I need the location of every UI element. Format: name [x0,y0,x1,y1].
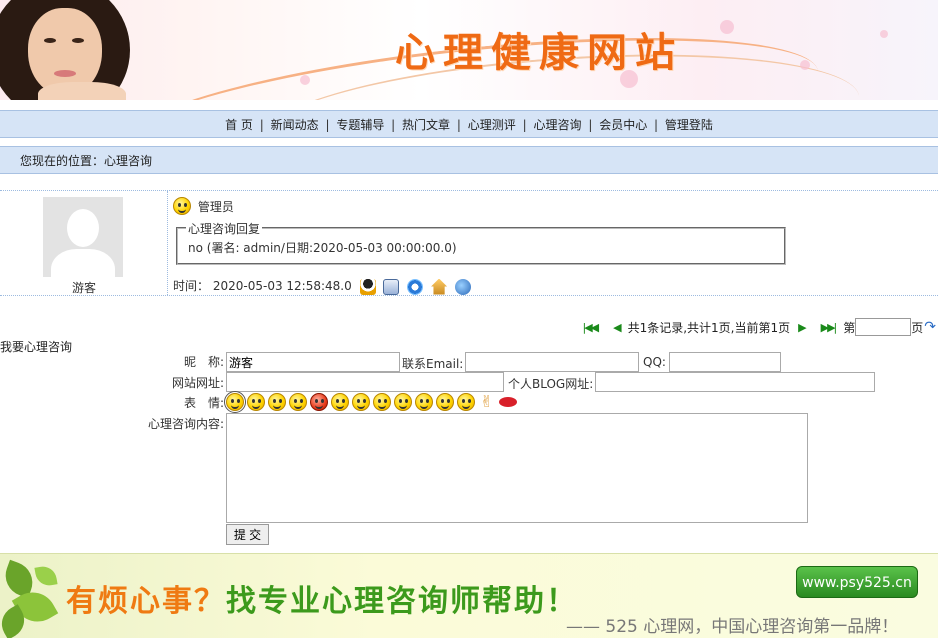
ad-headline-part1: 有烦心事？ [66,584,226,619]
emote-tears-icon[interactable] [436,392,454,411]
nickname-input[interactable] [226,352,400,372]
entry-content-column: 管理员 心理咨询回复 no (署名: admin/日期:2020-05-03 0… [168,191,938,295]
ie-icon[interactable] [407,278,424,295]
pager-summary: 共1条记录,共计1页,当前第1页 [627,320,791,335]
page-suffix: 页 [911,320,924,335]
emote-angry-icon[interactable] [310,392,328,411]
emote-smile-icon[interactable] [224,390,246,413]
network-icon[interactable] [454,278,471,295]
site-title: 心理健康网站 [395,29,683,76]
nickname-label: 昵 称: [183,355,224,369]
footer-ad-banner[interactable]: 有烦心事？找专业心理咨询师帮助！ —— 525 心理网，中国心理咨询第一品牌！ … [0,553,938,638]
nav-item-topics[interactable]: 专题辅导 [336,118,384,132]
nav-item-assessment[interactable]: 心理测评 [468,118,516,132]
qq-input[interactable] [669,352,781,372]
time-label: 时间： [173,279,210,293]
emote-surprised-icon[interactable] [331,392,349,411]
page-number-input[interactable] [855,318,912,336]
ad-headline: 有烦心事？找专业心理咨询师帮助！ [66,576,578,620]
first-page-icon[interactable]: |◀◀ [583,321,600,334]
emote-picker: ✌ [224,390,518,413]
emote-shy-icon[interactable] [394,392,412,411]
form-title: 我要心理咨询 [0,340,73,354]
nav-item-hot-articles[interactable]: 热门文章 [402,118,450,132]
ad-url-badge[interactable]: www.psy525.cn [796,566,918,598]
message-entry: 游客 管理员 心理咨询回复 no (署名: admin/日期:2020-05-0… [0,190,938,296]
email-label: 联系Email: [402,357,464,371]
reply-text: no (署名: admin/日期:2020-05-03 00:00:00.0) [188,241,457,255]
emote-label: 表 情: [183,396,224,410]
main-nav: 首 页 | 新闻动态 | 专题辅导 | 热门文章 | 心理测评 | 心理咨询 |… [0,110,938,138]
go-icon[interactable]: ↷ [924,319,936,335]
website-input[interactable] [226,372,504,392]
emote-cry-icon[interactable] [289,392,307,411]
ad-headline-part2: 找专业心理咨询师帮助！ [226,584,578,619]
prev-page-icon[interactable]: ◀ [613,321,622,334]
emote-wink-icon[interactable] [415,392,433,411]
breadcrumb: 您现在的位置：心理咨询 [0,146,938,174]
nav-item-consultation[interactable]: 心理咨询 [533,118,581,132]
avatar [43,197,123,277]
qq-icon[interactable] [359,278,376,295]
content-textarea[interactable] [226,413,808,523]
emote-happy-icon[interactable] [352,392,370,411]
reply-fieldset: 心理咨询回复 no (署名: admin/日期:2020-05-03 00:00… [176,220,786,265]
emote-laugh-icon[interactable] [457,392,475,411]
banner-portrait-image [0,0,130,100]
email-input[interactable] [465,352,639,372]
next-page-icon[interactable]: ▶ [798,321,807,334]
pager: |◀◀ ◀ 共1条记录,共计1页,当前第1页 ▶ ▶▶| 第 页 ↷ [575,318,936,336]
reply-role: 管理员 [197,199,234,214]
blog-input[interactable] [595,372,875,392]
header-banner: 心理健康网站 [0,0,938,100]
emote-grin-icon[interactable] [268,392,286,411]
last-page-icon[interactable]: ▶▶| [821,321,838,334]
nav-item-home[interactable]: 首 页 [225,118,253,132]
entry-author-column: 游客 [0,191,168,295]
blog-label: 个人BLOG网址: [508,377,594,391]
nav-item-member-center[interactable]: 会员中心 [599,118,647,132]
emote-victory-icon[interactable]: ✌ [480,392,493,411]
emote-sad-icon[interactable] [247,392,265,411]
ad-subline: —— 525 心理网，中国心理咨询第一品牌！ [566,617,899,637]
content-label: 心理咨询内容: [147,417,224,431]
home-icon[interactable] [431,278,448,295]
time-value: 2020-05-03 12:58:48.0 [212,279,352,293]
entry-meta: 时间： 2020-05-03 12:58:48.0 [173,277,471,295]
website-label: 网站网址: [171,376,224,390]
qq-label: QQ: [643,355,666,369]
message-icon[interactable] [383,278,400,295]
submit-button[interactable]: 提 交 [226,524,269,545]
nav-item-news[interactable]: 新闻动态 [271,118,319,132]
nav-item-admin-login[interactable]: 管理登陆 [665,118,713,132]
emote-lips-icon[interactable] [499,396,518,407]
emote-kiss-icon[interactable] [373,392,391,411]
page-prefix: 第 [843,320,856,335]
author-name: 游客 [71,281,96,295]
reply-legend: 心理咨询回复 [186,220,263,237]
smiley-icon [173,197,191,215]
